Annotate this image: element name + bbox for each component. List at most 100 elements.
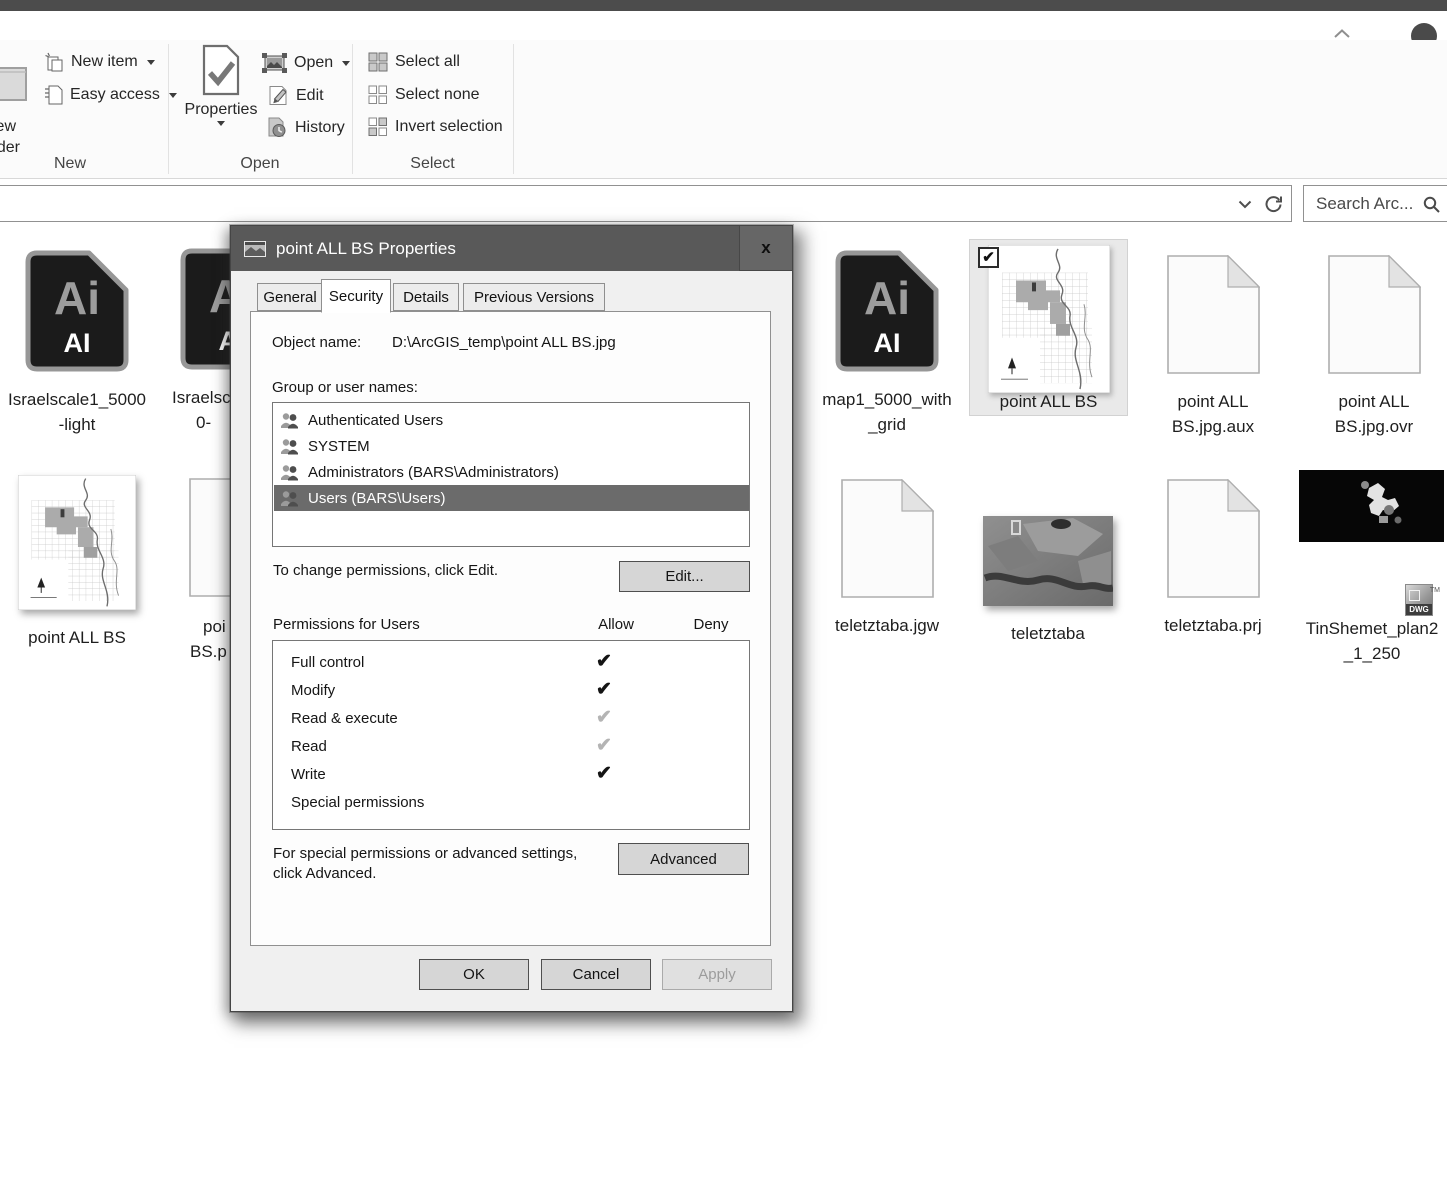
tab-general[interactable]: General <box>257 283 323 311</box>
file-label: _1_250 <box>1297 641 1447 666</box>
easy-access-icon <box>44 85 63 105</box>
file-teletztaba-image[interactable]: teletztaba <box>973 476 1123 646</box>
document-file-icon <box>1328 255 1421 374</box>
search-input[interactable] <box>1314 190 1418 218</box>
dwg-thumbnail-image <box>1299 470 1444 542</box>
file-point-all-bs-jpg-aux[interactable]: point ALLBS.jpg.aux <box>1138 252 1288 439</box>
edit-label: Edit <box>296 87 324 105</box>
image-file-icon <box>244 241 266 257</box>
ribbon: New folder New item Easy access New Prop… <box>0 40 1447 179</box>
file-map1-5000-with-grid[interactable]: AiAI map1_5000_with_grid <box>812 248 962 437</box>
properties-dialog: point ALL BS Properties x General Securi… <box>230 225 793 1012</box>
new-item-icon <box>44 52 64 72</box>
file-label-fragment: BS.p <box>190 642 227 662</box>
ok-button[interactable]: OK <box>419 959 529 990</box>
object-name-label: Object name: <box>272 334 361 351</box>
file-label: BS.jpg.aux <box>1138 414 1288 439</box>
open-label: Open <box>294 54 333 72</box>
edit-permissions-button[interactable]: Edit... <box>619 561 750 592</box>
easy-access-label: Easy access <box>70 86 160 104</box>
ai-file-icon: AiAI <box>25 250 129 372</box>
ribbon-collapse-chevron-icon[interactable] <box>1334 29 1350 39</box>
select-all-icon <box>368 52 388 72</box>
easy-access-button[interactable]: Easy access <box>44 85 177 105</box>
file-label: point ALL BS <box>2 625 152 650</box>
easy-access-dropdown-caret <box>169 93 177 98</box>
edit-button[interactable]: Edit <box>268 85 324 106</box>
file-label-fragment: Israelsc <box>172 388 231 408</box>
close-icon[interactable]: x <box>739 226 792 271</box>
explorer-window: New folder New item Easy access New Prop… <box>0 0 1447 1189</box>
user-row-authenticated-users[interactable]: Authenticated Users <box>274 407 750 433</box>
object-name-value: D:\ArcGIS_temp\point ALL BS.jpg <box>392 334 616 351</box>
allow-check-icon: ✔ <box>584 650 624 673</box>
user-name: Authenticated Users <box>308 412 443 429</box>
svg-text:AI: AI <box>874 328 901 358</box>
window-title-row <box>0 11 1447 40</box>
new-item-button[interactable]: New item <box>44 52 155 72</box>
file-teletztaba-jgw[interactable]: teletztaba.jgw <box>812 476 962 638</box>
user-row-system[interactable]: SYSTEM <box>274 433 750 459</box>
refresh-icon[interactable] <box>1264 195 1283 214</box>
tab-security[interactable]: Security <box>321 279 391 313</box>
ribbon-group-new-label: New <box>0 155 140 173</box>
group-users-icon <box>280 490 300 507</box>
file-label: Israelscale1_5000 <box>2 387 152 412</box>
invert-selection-button[interactable]: Invert selection <box>368 117 503 137</box>
edit-icon <box>268 85 289 106</box>
file-label: TinShemet_plan2 <box>1297 616 1447 641</box>
open-button[interactable]: Open <box>262 53 350 73</box>
properties-dropdown-caret <box>217 121 225 126</box>
cancel-button[interactable]: Cancel <box>541 959 651 990</box>
user-row-administrators[interactable]: Administrators (BARS\Administrators) <box>274 459 750 485</box>
svg-text:Ai: Ai <box>864 272 910 324</box>
group-users-icon <box>280 438 300 455</box>
group-users-icon <box>280 412 300 429</box>
file-label: -light <box>2 412 152 437</box>
file-label: point ALL BS <box>970 392 1127 412</box>
advanced-button[interactable]: Advanced <box>618 843 749 875</box>
history-label: History <box>295 119 345 137</box>
select-none-button[interactable]: Select none <box>368 85 480 105</box>
search-icon[interactable] <box>1422 195 1441 214</box>
tab-previous-versions[interactable]: Previous Versions <box>463 283 605 311</box>
address-dropdown-chevron-icon[interactable] <box>1238 200 1252 209</box>
map-thumbnail-image <box>988 245 1110 393</box>
allow-check-icon: ✔ <box>584 762 624 785</box>
select-none-label: Select none <box>395 86 480 104</box>
properties-icon <box>202 44 240 96</box>
history-button[interactable]: History <box>266 117 345 138</box>
allow-check-icon: ✔ <box>584 706 624 729</box>
advanced-hint-line2: click Advanced. <box>273 865 376 882</box>
user-name: Administrators (BARS\Administrators) <box>308 464 559 481</box>
search-box <box>1303 185 1447 222</box>
file-point-all-bs-jpg-ovr[interactable]: point ALLBS.jpg.ovr <box>1299 252 1447 439</box>
dwg-file-badge: DWG TM <box>1405 582 1437 618</box>
properties-button[interactable]: Properties <box>182 44 260 126</box>
address-bar[interactable] <box>0 185 1292 222</box>
file-label: BS.jpg.ovr <box>1299 414 1447 439</box>
permissions-list: Full control ✔ Modify ✔ Read & execute ✔… <box>272 640 750 830</box>
user-name: Users (BARS\Users) <box>308 490 446 507</box>
tab-details[interactable]: Details <box>393 283 459 311</box>
permission-row-modify: Modify ✔ <box>273 677 749 705</box>
new-item-dropdown-caret <box>147 60 155 65</box>
selection-checkbox[interactable]: ✔ <box>978 247 999 268</box>
allow-check-icon: ✔ <box>584 678 624 701</box>
file-point-all-bs-selected[interactable]: ✔ point ALL BS <box>969 239 1128 416</box>
file-point-all-bs-image[interactable]: point ALL BS <box>2 473 152 650</box>
history-icon <box>266 117 288 138</box>
user-name: SYSTEM <box>308 438 370 455</box>
ai-file-icon: Ai AI <box>835 250 939 372</box>
apply-button: Apply <box>662 959 772 990</box>
open-icon <box>262 53 287 73</box>
select-all-label: Select all <box>395 53 460 71</box>
select-all-button[interactable]: Select all <box>368 52 460 72</box>
file-israelscale1-5000-light[interactable]: AiAI Israelscale1_5000-light <box>2 248 152 437</box>
permission-row-read-execute: Read & execute ✔ <box>273 705 749 733</box>
permissions-for-users-header: Permissions for Users <box>273 616 420 633</box>
user-row-users[interactable]: Users (BARS\Users) <box>274 485 750 511</box>
dialog-titlebar[interactable]: point ALL BS Properties <box>231 226 792 271</box>
file-teletztaba-prj[interactable]: teletztaba.prj <box>1138 476 1288 638</box>
file-label: point ALL <box>1138 389 1288 414</box>
